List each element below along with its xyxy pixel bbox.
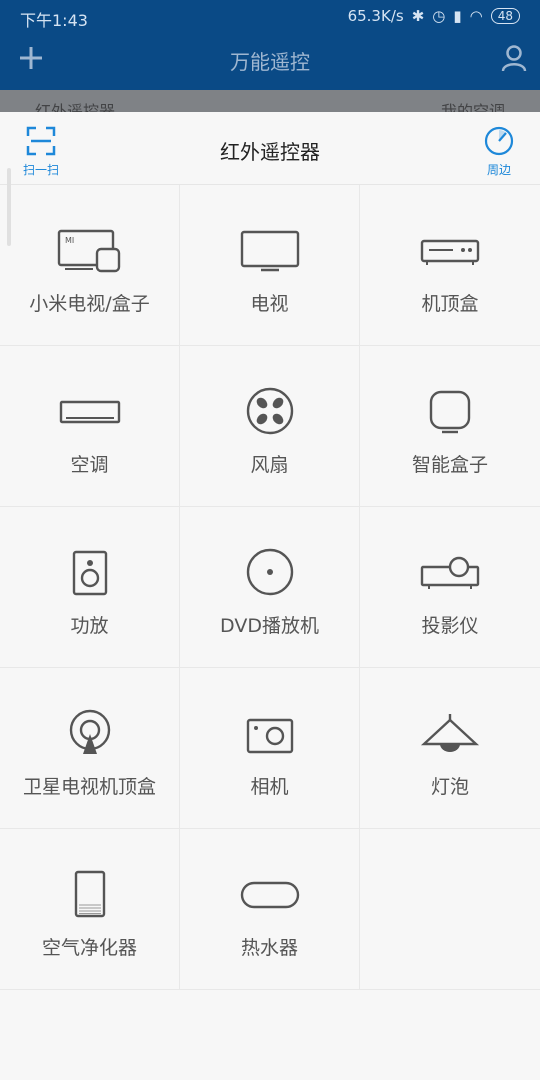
device-label: 空调 bbox=[70, 454, 109, 476]
mi-tv-box-icon: MI bbox=[57, 229, 120, 273]
device-row: 卫星电视机顶盒 相机 灯泡 bbox=[0, 668, 540, 829]
svg-text:MI: MI bbox=[65, 236, 74, 245]
satellite-box-icon bbox=[69, 709, 110, 754]
smart-box-icon bbox=[429, 390, 471, 434]
sheet-header: 扫一扫 红外遥控器 周边 bbox=[0, 112, 540, 185]
fan-icon bbox=[246, 387, 293, 435]
status-icons: 65.3K/s ✱ ◷ ▮ ◠ 48 bbox=[348, 7, 520, 25]
device-label: 小米电视/盒子 bbox=[29, 293, 150, 315]
amplifier-icon bbox=[72, 550, 107, 596]
device-tile-amplifier[interactable]: 功放 bbox=[0, 507, 180, 667]
underlay-strip: 红外遥控器 我的空调 bbox=[0, 90, 540, 112]
device-label: 智能盒子 bbox=[411, 454, 488, 476]
device-row: 功放 DVD播放机 投影仪 bbox=[0, 507, 540, 668]
lamp-icon bbox=[420, 714, 480, 752]
device-tile-fan[interactable]: 风扇 bbox=[180, 346, 360, 506]
device-label: 风扇 bbox=[250, 454, 289, 476]
tv-icon bbox=[240, 230, 299, 272]
device-label: 相机 bbox=[250, 776, 289, 798]
set-top-box-icon bbox=[420, 239, 480, 265]
air-conditioner-icon bbox=[59, 400, 120, 424]
device-tile-tv[interactable]: 电视 bbox=[180, 185, 360, 345]
device-label: 卫星电视机顶盒 bbox=[22, 776, 156, 798]
projector-icon bbox=[420, 556, 480, 589]
wifi-icon: ◠ bbox=[469, 7, 483, 25]
device-label: 投影仪 bbox=[421, 615, 479, 637]
device-label: DVD播放机 bbox=[220, 615, 319, 637]
status-bar: 下午1:43 65.3K/s ✱ ◷ ▮ ◠ 48 bbox=[0, 0, 540, 32]
user-icon bbox=[501, 45, 527, 72]
device-label: 热水器 bbox=[240, 937, 298, 959]
device-tile-camera[interactable]: 相机 bbox=[180, 668, 360, 828]
device-tile-projector[interactable]: 投影仪 bbox=[360, 507, 540, 667]
underlay-left-text: 红外遥控器 bbox=[35, 102, 116, 112]
device-tile-air-conditioner[interactable]: 空调 bbox=[0, 346, 180, 506]
dvd-player-icon bbox=[246, 548, 293, 596]
remote-type-sheet: 扫一扫 红外遥控器 周边 MI 小米电视/盒子 电视 机顶盒 空调 风扇 智能盒… bbox=[0, 112, 540, 1080]
underlay-right-text: 我的空调 bbox=[440, 102, 505, 112]
device-label: 电视 bbox=[250, 293, 289, 315]
app-header: 下午1:43 65.3K/s ✱ ◷ ▮ ◠ 48 万能遥控 bbox=[0, 0, 540, 90]
device-tile-satellite-box[interactable]: 卫星电视机顶盒 bbox=[0, 668, 180, 828]
sheet-title: 红外遥控器 bbox=[220, 140, 320, 164]
nearby-label: 周边 bbox=[486, 163, 511, 177]
air-purifier-icon bbox=[74, 870, 105, 918]
empty-tile bbox=[360, 829, 540, 989]
profile-button[interactable] bbox=[500, 44, 528, 72]
device-label: 空气净化器 bbox=[41, 937, 137, 959]
nearby-button[interactable]: 周边 bbox=[476, 126, 522, 178]
status-time: 下午1:43 bbox=[20, 11, 88, 30]
alarm-icon: ◷ bbox=[432, 7, 446, 25]
device-tile-water-heater[interactable]: 热水器 bbox=[180, 829, 360, 989]
device-row: 空气净化器 热水器 bbox=[0, 829, 540, 990]
radar-icon bbox=[484, 126, 514, 156]
device-grid: MI 小米电视/盒子 电视 机顶盒 空调 风扇 智能盒子 功放 DVD播放机 投… bbox=[0, 185, 540, 990]
device-tile-smart-box[interactable]: 智能盒子 bbox=[360, 346, 540, 506]
device-row: 空调 风扇 智能盒子 bbox=[0, 346, 540, 507]
device-tile-air-purifier[interactable]: 空气净化器 bbox=[0, 829, 180, 989]
device-row: MI 小米电视/盒子 电视 机顶盒 bbox=[0, 185, 540, 346]
camera-icon bbox=[246, 718, 293, 754]
signal-icon: ▮ bbox=[453, 7, 462, 25]
battery-indicator: 48 bbox=[490, 8, 520, 24]
device-label: 灯泡 bbox=[430, 776, 469, 798]
water-heater-icon bbox=[240, 881, 299, 909]
device-label: 功放 bbox=[70, 615, 109, 637]
device-tile-lamp[interactable]: 灯泡 bbox=[360, 668, 540, 828]
device-tile-mi-tv-box[interactable]: MI 小米电视/盒子 bbox=[0, 185, 180, 345]
device-tile-dvd-player[interactable]: DVD播放机 bbox=[180, 507, 360, 667]
bluetooth-icon: ✱ bbox=[411, 7, 425, 25]
network-speed: 65.3K/s bbox=[347, 7, 404, 25]
device-tile-set-top-box[interactable]: 机顶盒 bbox=[360, 185, 540, 345]
app-title: 万能遥控 bbox=[230, 50, 310, 74]
device-label: 机顶盒 bbox=[421, 293, 479, 315]
